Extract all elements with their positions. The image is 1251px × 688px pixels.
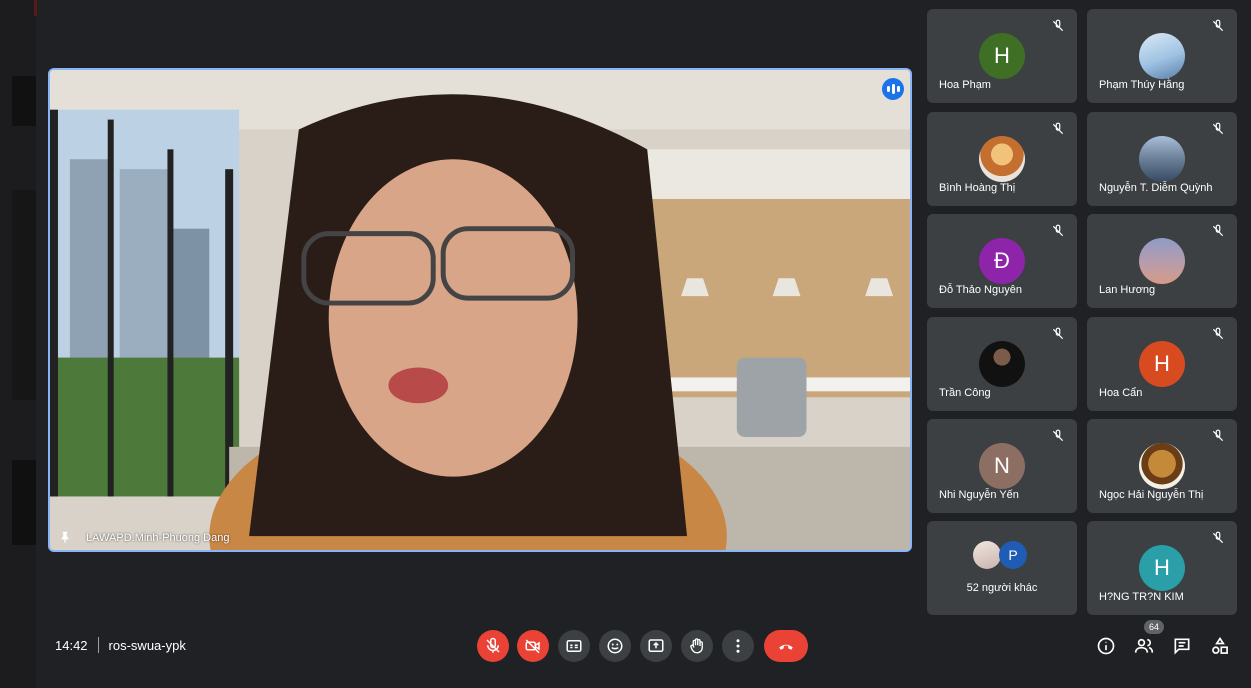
- pin-icon[interactable]: [58, 530, 72, 544]
- mic-muted-icon: [1212, 429, 1224, 442]
- leave-call-button[interactable]: [764, 630, 808, 662]
- participant-name: Phạm Thúy Hằng: [1099, 79, 1185, 91]
- more-options-button[interactable]: [722, 630, 754, 662]
- avatar: [979, 341, 1025, 387]
- participant-name: Đỗ Thảo Nguyên: [939, 284, 1022, 296]
- info-icon[interactable]: [1096, 636, 1116, 656]
- mic-muted-icon: [1052, 224, 1064, 237]
- meeting-code[interactable]: ros-swua-ypk: [109, 638, 186, 653]
- video-frame: [50, 70, 910, 550]
- mic-toggle-button[interactable]: [477, 630, 509, 662]
- mic-muted-icon: [1212, 327, 1224, 340]
- main-speaker-video[interactable]: LAWAPD.Minh-Phuong Dang: [48, 68, 912, 552]
- avatar: [1139, 238, 1185, 284]
- avatar: H: [1139, 545, 1185, 591]
- participant-tile[interactable]: Lan Hương: [1087, 214, 1237, 308]
- others-avatars: P: [973, 541, 1033, 571]
- avatar: P: [999, 541, 1027, 569]
- meeting-time: 14:42: [55, 637, 88, 653]
- left-edge-strip: [0, 0, 37, 688]
- participant-name: Nhi Nguyễn Yến: [939, 489, 1019, 501]
- mic-muted-icon: [1212, 122, 1224, 135]
- camera-off-icon: [525, 639, 540, 654]
- avatar: H: [979, 33, 1025, 79]
- participant-name: Lan Hương: [1099, 284, 1156, 296]
- chat-icon[interactable]: [1172, 636, 1192, 656]
- activities-icon[interactable]: [1210, 636, 1230, 656]
- participant-tile[interactable]: H Hoa Phạm: [927, 9, 1077, 103]
- end-call-icon: [779, 644, 793, 650]
- participant-tile[interactable]: Phạm Thúy Hằng: [1087, 9, 1237, 103]
- hand-icon: [690, 638, 703, 654]
- reactions-button[interactable]: [599, 630, 631, 662]
- participant-tile[interactable]: Trần Công: [927, 317, 1077, 411]
- mic-muted-icon: [1052, 327, 1064, 340]
- present-icon: [648, 639, 664, 652]
- mic-muted-icon: [1052, 429, 1064, 442]
- avatar: [1139, 33, 1185, 79]
- avatar: [1139, 136, 1185, 182]
- avatar: [973, 541, 1001, 569]
- mic-muted-icon: [1052, 122, 1064, 135]
- mic-muted-icon: [1212, 224, 1224, 237]
- speaking-indicator-icon: [882, 78, 904, 100]
- camera-toggle-button[interactable]: [517, 630, 549, 662]
- participant-tile[interactable]: Bình Hoàng Thị: [927, 112, 1077, 206]
- mic-off-icon: [486, 637, 500, 653]
- participant-tile[interactable]: H H?NG TR?N KIM: [1087, 521, 1237, 615]
- mic-muted-icon: [1052, 19, 1064, 32]
- meeting-info: 14:42 ros-swua-ypk: [55, 637, 186, 653]
- people-icon[interactable]: [1134, 636, 1154, 656]
- participant-tile[interactable]: Đ Đỗ Thảo Nguyên: [927, 214, 1077, 308]
- participant-name: Hoa Cẩn: [1099, 387, 1143, 399]
- others-count-label: 52 người khác: [966, 582, 1038, 594]
- participant-tile[interactable]: Nguyễn T. Diễm Quỳnh: [1087, 112, 1237, 206]
- participant-name: Ngọc Hải Nguyễn Thị: [1099, 489, 1204, 501]
- avatar: Đ: [979, 238, 1025, 284]
- avatar: [1139, 443, 1185, 489]
- captions-icon: [566, 640, 582, 652]
- participant-name: Hoa Phạm: [939, 79, 991, 91]
- participant-tile[interactable]: Ngọc Hải Nguyễn Thị: [1087, 419, 1237, 513]
- others-tile[interactable]: P 52 người khác: [927, 521, 1077, 615]
- present-button[interactable]: [640, 630, 672, 662]
- participant-tile[interactable]: H Hoa Cẩn: [1087, 317, 1237, 411]
- participant-name: Bình Hoàng Thị: [939, 182, 1016, 194]
- divider: [97, 637, 99, 653]
- people-count-badge: 64: [1144, 620, 1164, 634]
- avatar: N: [979, 443, 1025, 489]
- participant-name: H?NG TR?N KIM: [1099, 591, 1184, 603]
- emoji-icon: [607, 638, 623, 654]
- avatar: H: [1139, 341, 1185, 387]
- captions-button[interactable]: [558, 630, 590, 662]
- mic-muted-icon: [1212, 19, 1224, 32]
- avatar: [979, 136, 1025, 182]
- participant-tile[interactable]: N Nhi Nguyễn Yến: [927, 419, 1077, 513]
- more-vert-icon: [736, 639, 740, 653]
- mic-muted-icon: [1212, 531, 1224, 544]
- participant-name: Trần Công: [939, 387, 991, 399]
- main-speaker-name: LAWAPD.Minh-Phuong Dang: [86, 532, 230, 544]
- participant-name: Nguyễn T. Diễm Quỳnh: [1099, 182, 1213, 194]
- raise-hand-button[interactable]: [681, 630, 713, 662]
